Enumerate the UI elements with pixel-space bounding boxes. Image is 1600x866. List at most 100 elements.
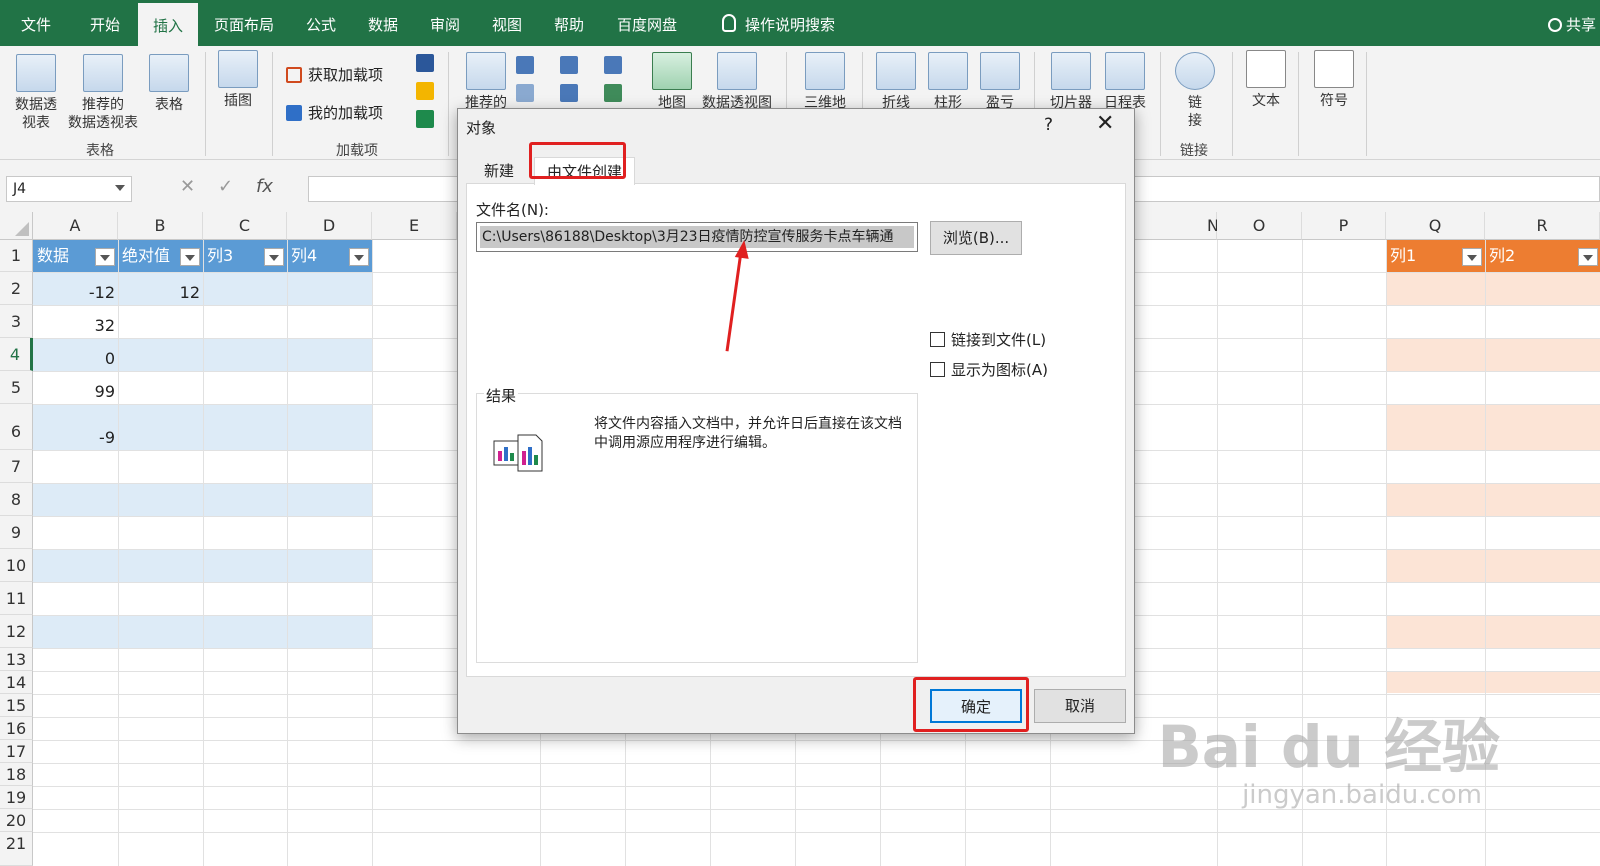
baidu-watermark-url: jingyan.baidu.com xyxy=(1242,780,1482,810)
sparkline-winloss-button[interactable]: 盈亏 xyxy=(978,52,1022,112)
column-header[interactable]: R xyxy=(1485,212,1600,240)
people-graph-icon[interactable] xyxy=(416,110,434,128)
row-header[interactable]: 17 xyxy=(0,740,33,763)
text-button[interactable]: 文本 xyxy=(1242,50,1290,110)
row-header[interactable]: 15 xyxy=(0,694,33,717)
filter-dropdown-icon[interactable] xyxy=(264,248,284,266)
visio-icon[interactable] xyxy=(416,54,434,72)
column-header[interactable]: E xyxy=(372,212,457,240)
row-header[interactable]: 6 xyxy=(0,404,33,450)
timeline-button[interactable]: 日程表 xyxy=(1100,52,1150,112)
select-all-corner[interactable] xyxy=(0,212,33,240)
recommended-pivot-button[interactable]: 推荐的 数据透视表 xyxy=(64,54,142,132)
filter-dropdown-icon[interactable] xyxy=(1462,248,1482,266)
tab-home[interactable]: 开始 xyxy=(72,0,138,46)
browse-button[interactable]: 浏览(B)... xyxy=(930,221,1022,255)
row-header[interactable]: 21 xyxy=(0,832,33,866)
row-header[interactable]: 9 xyxy=(0,516,33,549)
recommended-charts-button[interactable]: 推荐的 xyxy=(462,52,510,112)
filter-dropdown-icon[interactable] xyxy=(349,248,369,266)
column-header[interactable]: N xyxy=(1135,212,1219,240)
cell-A2[interactable]: -12 xyxy=(33,283,115,302)
slicer-button[interactable]: 切片器 xyxy=(1046,52,1096,112)
my-addins-button[interactable]: 我的加载项 xyxy=(286,102,383,123)
pivot-table-button[interactable]: 数据透 视表 xyxy=(8,54,64,132)
scatter-chart-icon[interactable] xyxy=(516,84,534,102)
tab-formulas[interactable]: 公式 xyxy=(290,0,352,46)
cell-B2[interactable]: 12 xyxy=(118,283,200,302)
row-header[interactable]: 12 xyxy=(0,615,33,648)
column-header[interactable]: C xyxy=(203,212,287,240)
tab-help[interactable]: 帮助 xyxy=(538,0,600,46)
cell-A4[interactable]: 0 xyxy=(33,349,115,368)
row-header[interactable]: 2 xyxy=(0,272,33,305)
tab-data[interactable]: 数据 xyxy=(352,0,414,46)
column-header[interactable]: O xyxy=(1217,212,1302,240)
tab-file[interactable]: 文件 xyxy=(0,0,72,46)
tab-insert[interactable]: 插入 xyxy=(138,0,198,46)
tell-me-search[interactable]: 操作说明搜索 xyxy=(740,0,840,46)
map-chart-button[interactable]: 地图 xyxy=(652,52,692,112)
link-button[interactable]: 链 接 xyxy=(1172,52,1218,130)
row-header[interactable]: 13 xyxy=(0,648,33,671)
filter-dropdown-icon[interactable] xyxy=(180,248,200,266)
cancel-formula-icon[interactable]: ✕ xyxy=(180,176,195,197)
tab-page-layout[interactable]: 页面布局 xyxy=(198,0,290,46)
share-button[interactable]: 共享 xyxy=(1547,14,1596,35)
column-header[interactable]: Q xyxy=(1386,212,1485,240)
row-header[interactable]: 18 xyxy=(0,763,33,786)
tab-view[interactable]: 视图 xyxy=(476,0,538,46)
hierarchy-chart-icon[interactable] xyxy=(560,56,578,74)
row-header[interactable]: 19 xyxy=(0,786,33,809)
close-icon[interactable]: ✕ xyxy=(1096,111,1114,136)
cancel-button[interactable]: 取消 xyxy=(1034,689,1126,723)
waterfall-chart-icon[interactable] xyxy=(604,56,622,74)
tab-create-new[interactable]: 新建 xyxy=(472,157,526,185)
cell-A5[interactable]: 99 xyxy=(33,382,115,401)
group-addins-label: 加载项 xyxy=(336,143,378,159)
row-header[interactable]: 1 xyxy=(0,240,33,272)
pivot-chart-button[interactable]: 数据透视图 xyxy=(698,52,776,112)
tab-review[interactable]: 审阅 xyxy=(414,0,476,46)
table-icon xyxy=(149,54,189,92)
confirm-formula-icon[interactable]: ✓ xyxy=(218,176,233,197)
cell-A3[interactable]: 32 xyxy=(33,316,115,335)
get-addins-button[interactable]: 获取加载项 xyxy=(286,64,383,85)
row-header[interactable]: 20 xyxy=(0,809,33,832)
sparkline-column-button[interactable]: 柱形 xyxy=(926,52,970,112)
row-header[interactable]: 16 xyxy=(0,717,33,740)
row-header[interactable]: 8 xyxy=(0,483,33,516)
grid-line xyxy=(372,240,373,866)
combo-chart-icon[interactable] xyxy=(604,84,622,102)
row-header[interactable]: 3 xyxy=(0,305,33,338)
row-header[interactable]: 5 xyxy=(0,371,33,404)
illustrations-button[interactable]: 插图 xyxy=(214,50,262,110)
3d-map-button[interactable]: 三维地 xyxy=(800,52,850,112)
filter-dropdown-icon[interactable] xyxy=(1578,248,1598,266)
column-chart-icon[interactable] xyxy=(516,56,534,74)
help-button[interactable]: ? xyxy=(1044,115,1053,135)
row-header[interactable]: 10 xyxy=(0,549,33,582)
name-box[interactable]: J4 xyxy=(6,176,132,202)
row-header[interactable]: 7 xyxy=(0,450,33,483)
table-button[interactable]: 表格 xyxy=(146,54,192,114)
column-header[interactable]: D xyxy=(287,212,372,240)
row-header-selected[interactable]: 4 xyxy=(0,338,33,371)
column-header[interactable]: A xyxy=(33,212,118,240)
symbol-button[interactable]: 符号 xyxy=(1310,50,1358,110)
filename-input[interactable]: C:\Users\86188\Desktop\3月23日疫情防控宣传服务卡点车辆… xyxy=(476,222,918,252)
tab-baidu-netdisk[interactable]: 百度网盘 xyxy=(600,0,694,46)
filter-dropdown-icon[interactable] xyxy=(95,248,115,266)
statistic-chart-icon[interactable] xyxy=(560,84,578,102)
column-header[interactable]: B xyxy=(118,212,203,240)
sparkline-line-button[interactable]: 折线 xyxy=(874,52,918,112)
display-as-icon-checkbox[interactable]: 显示为图标(A) xyxy=(930,359,1048,380)
link-to-file-checkbox[interactable]: 链接到文件(L) xyxy=(930,329,1046,350)
row-header[interactable]: 11 xyxy=(0,582,33,615)
cell-A6[interactable]: -9 xyxy=(33,428,115,447)
column-header[interactable]: P xyxy=(1302,212,1386,240)
insert-function-icon[interactable]: fx xyxy=(256,176,273,197)
row-header[interactable]: 14 xyxy=(0,671,33,694)
table1-header-data: 数据 xyxy=(37,246,70,265)
bing-icon[interactable] xyxy=(416,82,434,100)
